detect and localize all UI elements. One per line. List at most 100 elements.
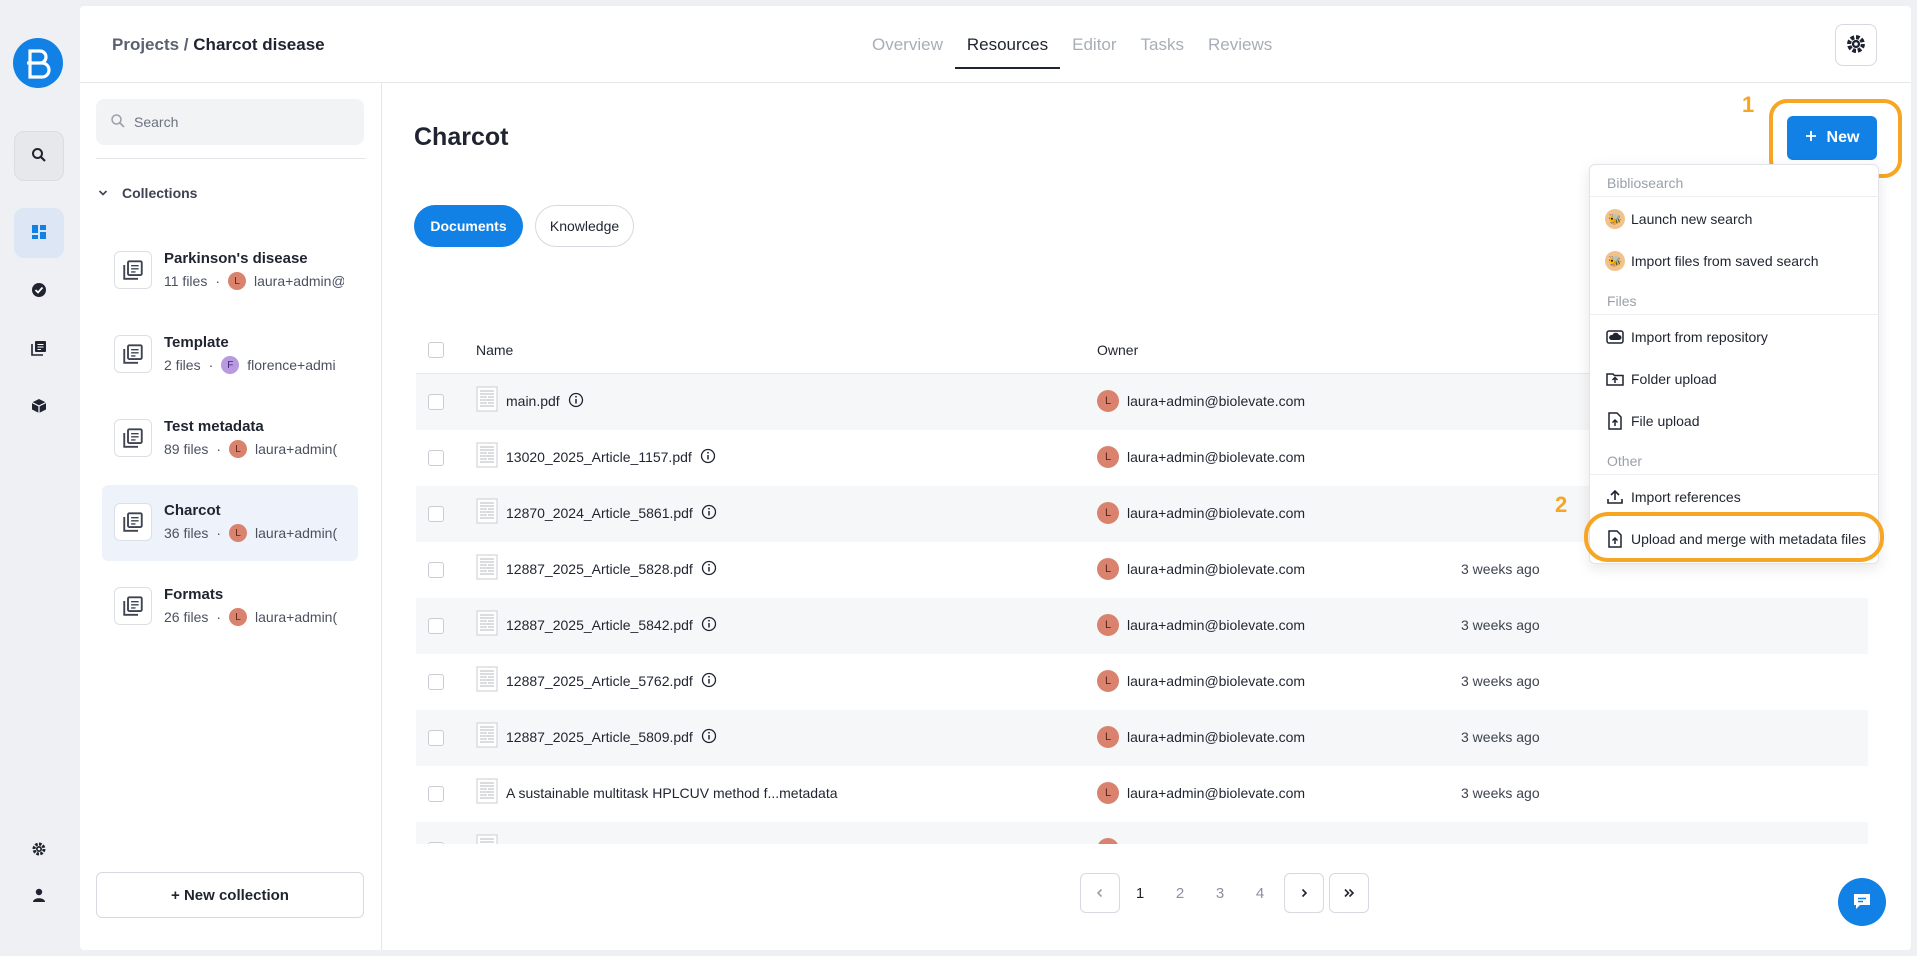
menu-item-launch-search[interactable]: 🐝 Launch new search	[1605, 209, 1752, 229]
folder-upload-icon	[1605, 369, 1625, 389]
rail-tasks-button[interactable]	[14, 266, 64, 316]
info-icon[interactable]	[568, 392, 584, 411]
rail-dashboard-button[interactable]	[14, 208, 64, 258]
tab-reviews[interactable]: Reviews	[1196, 6, 1284, 83]
new-collection-button[interactable]: + New collection	[96, 872, 364, 918]
dot-separator: ·	[216, 609, 222, 625]
rail-search-button[interactable]	[14, 131, 64, 181]
row-checkbox[interactable]	[428, 730, 444, 746]
collections-search-input[interactable]: Search	[96, 99, 364, 145]
menu-item-import-saved-search[interactable]: 🐝 Import files from saved search	[1605, 251, 1819, 271]
prev-page-button[interactable]	[1080, 873, 1120, 913]
file-name[interactable]: 12887_2025_Article_5828.pdf	[506, 561, 693, 577]
owner-cell: L laura+admin@biolevate.com	[1097, 558, 1305, 580]
info-icon[interactable]	[700, 448, 716, 467]
owner-cell: L laura+admin@biolevate.com	[1097, 726, 1305, 748]
file-name[interactable]: 12887_2025_Article_5809.pdf	[506, 729, 693, 745]
gear-icon	[1845, 33, 1867, 58]
row-checkbox[interactable]	[428, 394, 444, 410]
chat-icon	[1851, 890, 1873, 915]
tab-resources[interactable]: Resources	[954, 6, 1061, 83]
row-checkbox[interactable]	[428, 842, 444, 844]
avatar: L	[1097, 838, 1119, 844]
tab-overview[interactable]: Overview	[860, 6, 955, 83]
collection-item[interactable]: Parkinson's disease 11 files · Llaura+admi…	[102, 233, 358, 309]
file-upload-icon	[1605, 411, 1625, 431]
tab-editor[interactable]: Editor	[1060, 6, 1128, 83]
menu-item-label: Import files from saved search	[1631, 253, 1819, 269]
library-icon	[31, 340, 47, 359]
file-name[interactable]: 12887_2025_Article_5762.pdf	[506, 673, 693, 689]
column-header-name[interactable]: Name	[476, 342, 513, 358]
file-name-cell: 12887_2025_Article_5762.pdf	[476, 666, 717, 692]
dashboard-icon	[31, 224, 47, 243]
table-row[interactable]: 12887_2025_Article_5842.pdf L laura+admi…	[416, 598, 1868, 654]
avatar: L	[229, 440, 248, 458]
owner-email: laura+admin@biolevate.com	[1127, 393, 1306, 409]
rail-settings-button[interactable]	[14, 825, 64, 875]
chevron-down-icon	[98, 185, 108, 201]
page-2[interactable]: 2	[1160, 885, 1200, 902]
page-3[interactable]: 3	[1200, 885, 1240, 902]
table-row[interactable]: 12887_2025_Article_5809.pdf L laura+admi…	[416, 710, 1868, 766]
file-name[interactable]: main.pdf	[506, 393, 560, 409]
menu-item-import-references[interactable]: Import references	[1605, 487, 1741, 507]
row-checkbox[interactable]	[428, 786, 444, 802]
file-name-cell: main.pdf	[476, 386, 584, 412]
documents-tab[interactable]: Documents	[414, 205, 523, 247]
tab-tasks[interactable]: Tasks	[1129, 6, 1196, 83]
file-name-cell: 12870_2024_Article_5861.pdf	[476, 498, 717, 524]
file-name[interactable]: 12887_2025_Article_5842.pdf	[506, 617, 693, 633]
info-icon[interactable]	[701, 616, 717, 635]
updated-date: 3 weeks ago	[1461, 617, 1540, 633]
collection-item[interactable]: Formats 26 files · Llaura+admin(	[102, 569, 358, 645]
row-checkbox[interactable]	[428, 562, 444, 578]
avatar: F	[221, 356, 240, 374]
rail-account-button[interactable]	[14, 871, 64, 921]
collections-toggle[interactable]: Collections	[98, 185, 197, 201]
document-thumbnail-icon	[476, 722, 498, 748]
page-4[interactable]: 4	[1240, 885, 1280, 902]
project-settings-button[interactable]	[1835, 24, 1877, 66]
upload-icon	[1605, 487, 1625, 507]
page-1[interactable]: 1	[1120, 885, 1160, 902]
file-name[interactable]: 12870_2024_Article_5861.pdf	[506, 505, 693, 521]
row-checkbox[interactable]	[428, 506, 444, 522]
chat-button[interactable]	[1838, 878, 1886, 926]
table-row[interactable]: A sustainable multitask HPLCUV method f.…	[416, 766, 1868, 822]
file-name[interactable]: 13020_2025_Article_1157.pdf	[506, 449, 692, 465]
info-icon[interactable]	[701, 672, 717, 691]
file-count: 36 files	[164, 525, 209, 541]
menu-item-folder-upload[interactable]: Folder upload	[1605, 369, 1717, 389]
info-icon[interactable]	[701, 728, 717, 747]
last-page-button[interactable]	[1329, 873, 1369, 913]
owner-cell: L laura+admin@biolevate.com	[1097, 782, 1305, 804]
page-title: Charcot	[414, 123, 509, 151]
knowledge-tab[interactable]: Knowledge	[535, 205, 634, 247]
row-checkbox[interactable]	[428, 618, 444, 634]
collection-item[interactable]: Template 2 files · Fflorence+admi	[102, 317, 358, 393]
search-icon	[110, 113, 126, 132]
info-icon[interactable]	[701, 560, 717, 579]
collection-item[interactable]: Test metadata 89 files · Llaura+admin(	[102, 401, 358, 477]
row-checkbox[interactable]	[428, 450, 444, 466]
select-all-checkbox[interactable]	[428, 342, 444, 358]
updated-date: 3 weeks ago	[1461, 561, 1540, 577]
file-name[interactable]: A sustainable multitask HPLCUV method f.…	[506, 785, 838, 801]
breadcrumb-projects[interactable]: Projects /	[112, 35, 189, 54]
owner-email: laura+admin(	[255, 609, 338, 625]
rail-library-button[interactable]	[14, 324, 64, 374]
info-icon[interactable]	[701, 504, 717, 523]
table-row[interactable]: 12887_2025_Article_5762.pdf L laura+admi…	[416, 654, 1868, 710]
owner-cell: L laura+admin@biolevate.com	[1097, 614, 1305, 636]
collection-item-selected[interactable]: Charcot 36 files · Llaura+admin(	[102, 485, 358, 561]
table-row[interactable]: Assessment of drug induced hyperuricemi.…	[416, 822, 1868, 844]
biolevate-logo[interactable]	[13, 38, 63, 88]
rail-cube-button[interactable]	[14, 382, 64, 432]
row-checkbox[interactable]	[428, 674, 444, 690]
menu-item-file-upload[interactable]: File upload	[1605, 411, 1700, 431]
menu-item-import-repository[interactable]: Import from repository	[1605, 327, 1768, 347]
next-page-button[interactable]	[1284, 873, 1324, 913]
file-name[interactable]: Assessment of drug induced hyperuricemi.…	[506, 841, 837, 844]
column-header-owner[interactable]: Owner	[1097, 342, 1138, 358]
